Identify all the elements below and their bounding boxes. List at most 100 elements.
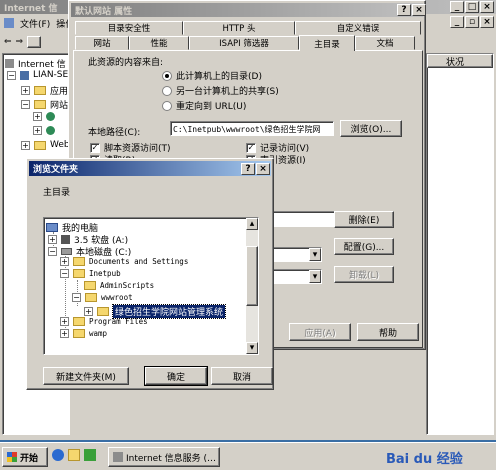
folder-icon: [73, 269, 85, 278]
close-icon[interactable]: ×: [480, 16, 494, 28]
tree-item-root[interactable]: Internet 信: [5, 57, 66, 70]
taskbar-iis-button[interactable]: Internet 信息服务 (…: [108, 447, 220, 467]
collapse-icon[interactable]: −: [21, 100, 30, 109]
tab-isapi-filters[interactable]: ISAPI 筛选器: [189, 36, 299, 50]
new-folder-button[interactable]: 新建文件夹(M): [43, 367, 129, 385]
folder-icon: [34, 86, 46, 95]
scroll-thumb[interactable]: [246, 246, 258, 306]
tree-program-files[interactable]: + Program Files: [60, 317, 148, 326]
computer-icon: [20, 70, 29, 80]
tree-item-site-2[interactable]: +: [33, 126, 55, 135]
windows-logo-icon: [7, 452, 17, 462]
radio-icon[interactable]: [162, 70, 172, 81]
expand-icon[interactable]: +: [60, 329, 69, 338]
tab-website[interactable]: 网站: [75, 36, 129, 50]
minimize-icon[interactable]: _: [450, 16, 464, 28]
browse-controls: ? ×: [241, 163, 270, 175]
expand-icon[interactable]: +: [48, 235, 57, 244]
folder-icon: [73, 257, 85, 266]
radio-icon[interactable]: [162, 100, 172, 111]
collapse-icon[interactable]: −: [7, 70, 16, 80]
tree-inetpub[interactable]: − Inetpub: [60, 269, 121, 278]
globe-icon: [46, 126, 55, 135]
start-button[interactable]: 开始: [2, 447, 48, 467]
tree-adminscripts[interactable]: AdminScripts: [84, 281, 154, 290]
tree-item-sites[interactable]: − 网站: [21, 98, 68, 111]
menu-file[interactable]: 文件(F): [20, 17, 50, 30]
iis-icon: [113, 452, 123, 462]
media-icon[interactable]: [84, 449, 96, 461]
tree-item-server[interactable]: − LIAN-SE: [7, 70, 68, 80]
help-icon[interactable]: ?: [397, 4, 411, 16]
folder-icon: [34, 100, 46, 109]
expand-icon[interactable]: +: [84, 307, 93, 316]
configure-button[interactable]: 配置(G)...: [334, 238, 394, 255]
collapse-icon[interactable]: −: [72, 293, 81, 302]
tab-custom-errors[interactable]: 自定义错误: [295, 21, 421, 35]
content-from-label: 此资源的内容来自:: [88, 58, 164, 68]
scroll-up-icon[interactable]: ▴: [246, 218, 258, 230]
tab-http-headers[interactable]: HTTP 头: [183, 21, 295, 35]
tab-directory-security[interactable]: 目录安全性: [75, 21, 183, 35]
local-path-field[interactable]: C:\Inetpub\wwwroot\绿色招生学院网: [170, 121, 334, 136]
close-icon[interactable]: ×: [412, 4, 426, 16]
radio-icon[interactable]: [162, 85, 172, 96]
expand-icon[interactable]: +: [60, 257, 69, 266]
scroll-down-icon[interactable]: ▾: [246, 342, 258, 354]
browse-folder-dialog: 浏览文件夹 ? × 主目录 ▴ ▾ 我的电脑 + 3.5 软盘 (A:) − 本…: [26, 158, 274, 390]
forward-arrow-icon[interactable]: ⇒: [16, 37, 24, 47]
help-button[interactable]: 帮助: [357, 323, 419, 341]
expand-icon[interactable]: +: [21, 86, 30, 95]
tab-documents[interactable]: 文档: [355, 36, 415, 50]
tab-home-directory[interactable]: 主目录: [299, 35, 355, 51]
expand-icon[interactable]: +: [60, 317, 69, 326]
radio-redirect-url[interactable]: 重定向到 URL(U): [162, 99, 246, 112]
tree-item-apps[interactable]: + 应用: [21, 84, 68, 97]
collapse-icon[interactable]: −: [48, 247, 57, 256]
folder-open-icon: [85, 293, 97, 302]
properties-title: 默认网站 属性: [75, 6, 133, 17]
tree-vscrollbar[interactable]: ▴ ▾: [246, 218, 258, 354]
console-icon[interactable]: [27, 36, 42, 48]
folder-tree[interactable]: ▴ ▾ 我的电脑 + 3.5 软盘 (A:) − 本地磁盘 (C:) + Doc…: [43, 217, 259, 355]
tree-item-site-1[interactable]: +: [33, 112, 55, 121]
back-arrow-icon[interactable]: ⇐: [4, 37, 12, 47]
collapse-icon[interactable]: −: [60, 269, 69, 278]
radio-local-directory[interactable]: 此计算机上的目录(D): [162, 69, 262, 82]
expand-icon[interactable]: +: [33, 126, 42, 135]
checkbox-icon[interactable]: ✓: [90, 142, 100, 153]
folder-open-icon: [97, 307, 109, 316]
browse-button[interactable]: 浏览(O)...: [340, 120, 402, 137]
mmc-toolbar: ⇐ ⇒: [0, 33, 42, 51]
help-icon[interactable]: ?: [241, 163, 255, 175]
browser-icon[interactable]: [52, 449, 64, 461]
explorer-icon[interactable]: [68, 449, 80, 461]
chevron-down-icon[interactable]: ▾: [309, 270, 321, 283]
expand-icon[interactable]: +: [21, 140, 30, 150]
cancel-button[interactable]: 取消: [211, 367, 273, 385]
close-icon[interactable]: ×: [256, 163, 270, 175]
expand-icon[interactable]: +: [33, 112, 42, 121]
remove-button[interactable]: 删除(E): [334, 211, 394, 228]
folder-icon: [73, 329, 85, 338]
radio-network-share[interactable]: 另一台计算机上的共享(S): [162, 84, 279, 97]
quick-launch: [52, 449, 96, 461]
restore-icon[interactable]: ▫: [465, 16, 479, 28]
tab-performance[interactable]: 性能: [129, 36, 189, 50]
ok-button[interactable]: 确定: [144, 366, 208, 386]
chevron-down-icon[interactable]: ▾: [309, 248, 321, 261]
tree-wamp[interactable]: + wamp: [60, 329, 107, 338]
tree-wwwroot[interactable]: − wwwroot: [72, 293, 133, 302]
checkbox-icon[interactable]: ✓: [246, 142, 256, 153]
apply-button[interactable]: 应用(A): [289, 323, 351, 341]
mmc-list-pane: 状况: [426, 53, 494, 435]
column-header-status[interactable]: 状况: [427, 54, 493, 68]
local-path-label: 本地路径(C):: [88, 128, 141, 138]
maximize-icon[interactable]: □: [465, 1, 479, 13]
tree-documents-settings[interactable]: + Documents and Settings: [60, 257, 188, 266]
browse-title: 浏览文件夹: [33, 165, 79, 175]
tree-item-web[interactable]: + Web: [21, 140, 70, 150]
unload-button[interactable]: 卸载(L): [334, 266, 394, 283]
close-icon[interactable]: ×: [480, 1, 494, 13]
minimize-icon[interactable]: _: [450, 1, 464, 13]
